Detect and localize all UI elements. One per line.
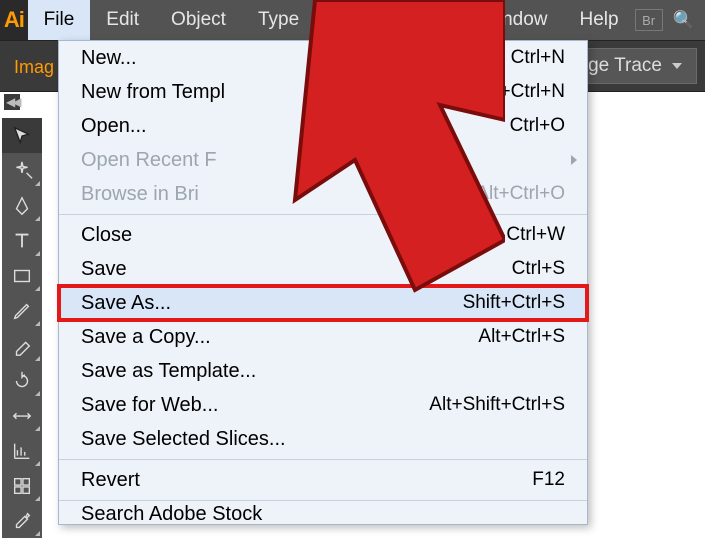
menu-shortcut: Alt+Ctrl+S (478, 326, 565, 348)
chevron-down-icon (672, 63, 682, 69)
panel-collapse-handle[interactable]: ◀◀ (4, 94, 20, 110)
menu-label: New... (81, 47, 511, 70)
width-tool[interactable] (2, 398, 42, 433)
search-icon[interactable]: 🔍 (673, 10, 695, 31)
menu-shortcut: Shift+Ctrl+S (463, 292, 565, 314)
live-paint-tool[interactable] (2, 468, 42, 503)
menu-shortcut: Alt+Ctrl+O (476, 183, 565, 205)
menu-item-save-for-web[interactable]: Save for Web... Alt+Shift+Ctrl+S (59, 388, 587, 422)
menu-separator (59, 214, 587, 215)
menu-label: Browse in Bri (81, 183, 476, 206)
menu-edit[interactable]: Edit (90, 0, 155, 40)
menu-shortcut: Ctrl+N (511, 47, 565, 69)
rectangle-tool[interactable] (2, 258, 42, 293)
menu-shortcut: F12 (532, 469, 565, 491)
menu-item-save-as[interactable]: Save As... Shift+Ctrl+S (59, 286, 587, 320)
pen-tool[interactable] (2, 188, 42, 223)
menu-label: Open... (81, 115, 510, 138)
menu-shortcut: Ctrl+W (506, 224, 565, 246)
eyedropper-tool[interactable] (2, 503, 42, 538)
menu-label: Save (81, 258, 512, 281)
bridge-badge[interactable]: Br (635, 9, 663, 31)
menu-effect-obscured[interactable]: Effe (376, 0, 463, 40)
graph-tool[interactable] (2, 433, 42, 468)
menu-separator (59, 500, 587, 501)
menu-shortcut: Shift+Ctrl+N (462, 81, 565, 103)
menu-item-open-recent[interactable]: Open Recent F (59, 143, 587, 177)
menu-label: Save for Web... (81, 394, 429, 417)
menu-shortcut: Ctrl+O (510, 115, 565, 137)
app-logo: Ai (0, 0, 28, 40)
menu-window[interactable]: Window (464, 0, 564, 40)
menu-help[interactable]: Help (564, 0, 635, 40)
menu-label: New from Templ (81, 81, 462, 104)
menu-label: Revert (81, 469, 532, 492)
menu-item-save-selected-slices[interactable]: Save Selected Slices... (59, 422, 587, 456)
menu-label: Open Recent F (81, 149, 565, 172)
menu-shortcut: Ctrl+S (512, 258, 565, 280)
menu-label: Save As... (81, 292, 463, 315)
menu-item-save-a-copy[interactable]: Save a Copy... Alt+Ctrl+S (59, 320, 587, 354)
menu-item-close[interactable]: Close Ctrl+W (59, 218, 587, 252)
menu-item-browse-in-bridge[interactable]: Browse in Bri Alt+Ctrl+O (59, 177, 587, 211)
menu-label: Search Adobe Stock (81, 504, 565, 524)
menu-label: Save as Template... (81, 360, 565, 383)
menu-separator (59, 459, 587, 460)
menu-select-obscured[interactable]: t (315, 0, 376, 40)
magic-wand-tool[interactable] (2, 153, 42, 188)
menu-item-search-adobe-stock[interactable]: Search Adobe Stock (59, 504, 587, 524)
menu-label: Close (81, 224, 506, 247)
menu-item-save[interactable]: Save Ctrl+S (59, 252, 587, 286)
menu-type[interactable]: Type (242, 0, 315, 40)
menu-file[interactable]: File (28, 0, 91, 40)
menu-item-new-from-template[interactable]: New from Templ Shift+Ctrl+N (59, 75, 587, 109)
menu-item-new[interactable]: New... Ctrl+N (59, 41, 587, 75)
menu-label: Save Selected Slices... (81, 428, 565, 451)
rotate-tool[interactable] (2, 363, 42, 398)
tools-panel (2, 118, 42, 538)
menu-object[interactable]: Object (155, 0, 242, 40)
menubar: Ai File Edit Object Type t Effe Window H… (0, 0, 705, 40)
file-menu-dropdown: New... Ctrl+N New from Templ Shift+Ctrl+… (58, 40, 588, 525)
pencil-tool[interactable] (2, 293, 42, 328)
menu-item-revert[interactable]: Revert F12 (59, 463, 587, 497)
selection-tool[interactable] (2, 118, 42, 153)
menu-item-save-as-template[interactable]: Save as Template... (59, 354, 587, 388)
eraser-tool[interactable] (2, 328, 42, 363)
menu-label: Save a Copy... (81, 326, 478, 349)
menu-shortcut: Alt+Shift+Ctrl+S (429, 394, 565, 416)
type-tool[interactable] (2, 223, 42, 258)
document-tab[interactable]: Imag (14, 57, 54, 78)
menu-item-open[interactable]: Open... Ctrl+O (59, 109, 587, 143)
